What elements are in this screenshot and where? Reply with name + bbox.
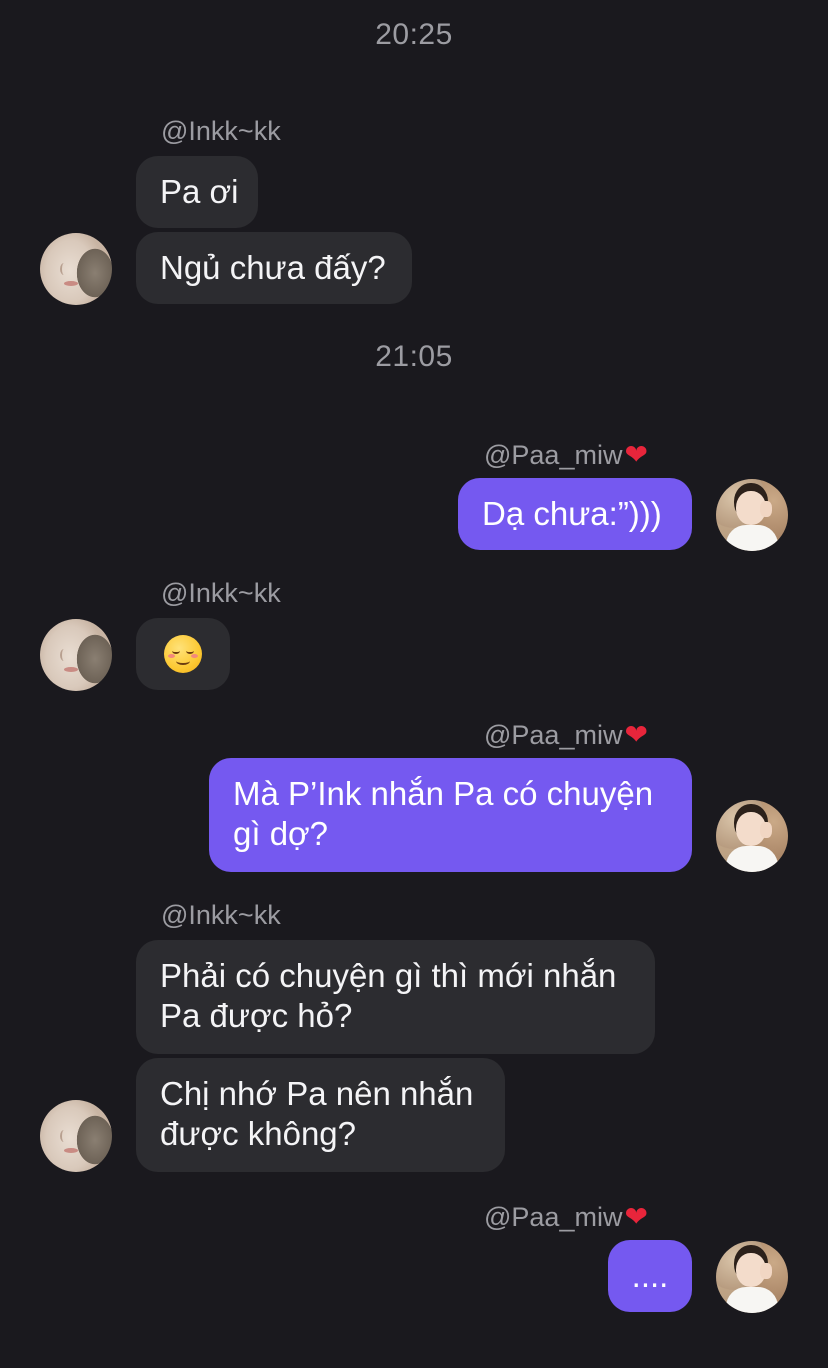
message-text: Pa được hỏ?: [160, 997, 353, 1034]
sender-name-text: @Paa_miw: [484, 440, 623, 470]
message-bubble-incoming[interactable]: Phải có chuyện gì thì mới nhắn Pa được h…: [136, 940, 655, 1054]
message-bubble-outgoing[interactable]: ....: [608, 1240, 692, 1312]
avatar-detail: [760, 822, 772, 838]
avatar-paa[interactable]: [716, 1241, 788, 1313]
message-text: Dạ chưa:”))): [482, 495, 662, 532]
message-text: Chị nhớ Pa nên nhắn: [160, 1075, 474, 1112]
smiling-face-emoji-icon: [164, 635, 202, 673]
message-text: ....: [631, 1257, 669, 1294]
avatar-detail: [760, 501, 772, 517]
avatar-detail: [60, 263, 68, 275]
message-bubble-incoming[interactable]: Chị nhớ Pa nên nhắn được không?: [136, 1058, 505, 1172]
sender-name-paa: @Paa_miw❤: [484, 718, 648, 751]
avatar-paa[interactable]: [716, 479, 788, 551]
heart-icon: ❤: [624, 719, 648, 750]
message-bubble-incoming[interactable]: [136, 618, 230, 690]
message-bubble-incoming[interactable]: Pa ơi: [136, 156, 258, 228]
heart-icon: ❤: [624, 1201, 648, 1232]
avatar-detail: [726, 525, 778, 551]
message-text: Pa ơi: [160, 173, 239, 210]
message-text: Phải có chuyện gì thì mới nhắn: [160, 957, 617, 994]
sender-name-paa: @Paa_miw❤: [484, 1200, 648, 1233]
message-text: được không?: [160, 1115, 357, 1152]
avatar-detail: [64, 281, 78, 286]
avatar-detail: [760, 1263, 772, 1279]
message-bubble-outgoing[interactable]: Mà P’Ink nhắn Pa có chuyện gì dợ?: [209, 758, 692, 872]
avatar-detail: [64, 1148, 78, 1153]
sender-name-text: @Paa_miw: [484, 1202, 623, 1232]
message-text: Ngủ chưa đấy?: [160, 249, 386, 286]
message-text: Mà P’Ink nhắn Pa có chuyện: [233, 775, 654, 812]
heart-icon: ❤: [624, 439, 648, 470]
sender-name-ink: @Inkk~kk: [161, 900, 281, 930]
sender-name-ink: @Inkk~kk: [161, 578, 281, 608]
avatar-detail: [64, 667, 78, 672]
message-text: gì dợ?: [233, 815, 329, 852]
avatar-detail: [60, 1130, 68, 1142]
avatar-detail: [60, 649, 68, 661]
sender-name-paa: @Paa_miw❤: [484, 438, 648, 471]
timestamp: 21:05: [375, 340, 453, 373]
message-bubble-incoming[interactable]: Ngủ chưa đấy?: [136, 232, 412, 304]
avatar-detail: [726, 1287, 778, 1313]
sender-name-ink: @Inkk~kk: [161, 116, 281, 146]
message-bubble-outgoing[interactable]: Dạ chưa:”))): [458, 478, 692, 550]
avatar-ink[interactable]: [40, 1100, 112, 1172]
avatar-ink[interactable]: [40, 233, 112, 305]
timestamp: 20:25: [375, 18, 453, 51]
avatar-ink[interactable]: [40, 619, 112, 691]
avatar-paa[interactable]: [716, 800, 788, 872]
sender-name-text: @Paa_miw: [484, 720, 623, 750]
avatar-detail: [726, 846, 778, 872]
